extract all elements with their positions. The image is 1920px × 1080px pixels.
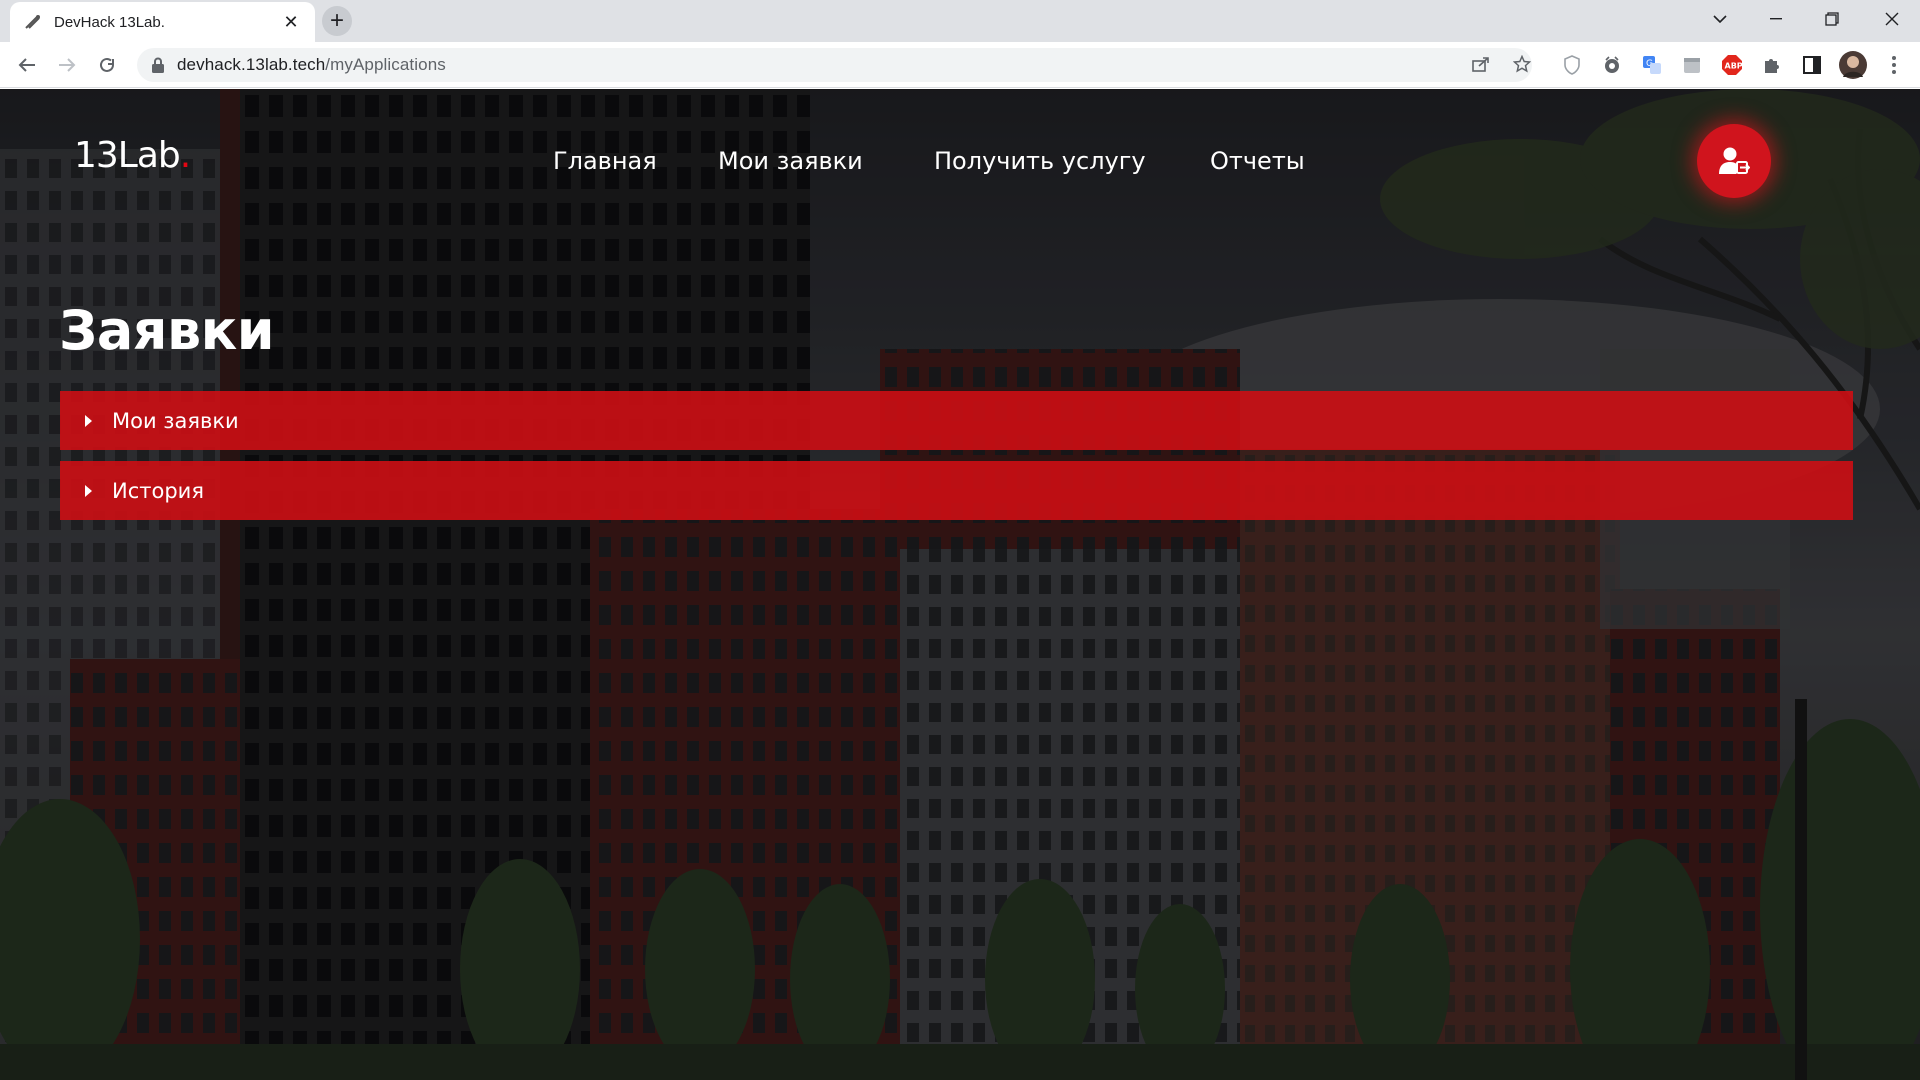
forward-arrow-icon[interactable] <box>52 50 82 80</box>
url-host: devhack.13lab.tech <box>177 55 326 74</box>
user-logout-icon <box>1719 147 1750 174</box>
eye-extension-icon[interactable] <box>1600 53 1624 77</box>
browser-toolbar: devhack.13lab.tech/myApplications <box>0 42 1920 88</box>
caret-right-icon <box>85 484 92 497</box>
url-path: /myApplications <box>325 55 446 74</box>
calendar-extension-icon[interactable] <box>1680 53 1704 77</box>
restore-window-icon[interactable] <box>1804 0 1860 38</box>
nav-get-service[interactable]: Получить услугу <box>934 147 1146 175</box>
chrome-menu-icon[interactable] <box>1882 53 1906 77</box>
site-logo[interactable]: 13Lab. <box>74 135 191 176</box>
new-tab-button[interactable]: + <box>322 6 352 36</box>
logo-text: 13Lab <box>74 135 181 176</box>
accordion-history[interactable]: История <box>60 461 1853 520</box>
close-window-icon[interactable] <box>1864 0 1920 38</box>
browser-tabbar: DevHack 13Lab. ✕ + <box>0 0 1920 42</box>
browser-tab[interactable]: DevHack 13Lab. ✕ <box>10 2 315 42</box>
back-arrow-icon[interactable] <box>12 50 42 80</box>
svg-text:ABP: ABP <box>1725 62 1743 71</box>
background-overlay <box>0 89 1920 1080</box>
nav-my-requests[interactable]: Мои заявки <box>718 147 863 175</box>
address-bar[interactable]: devhack.13lab.tech/myApplications <box>137 48 1532 82</box>
web-page: 13Lab. Главная Мои заявки Получить услуг… <box>0 89 1920 1080</box>
accordion-label: Мои заявки <box>112 408 239 433</box>
caret-right-icon <box>85 414 92 427</box>
puzzle-extensions-icon[interactable] <box>1760 53 1784 77</box>
bookmark-star-icon[interactable] <box>1509 51 1535 77</box>
accordion-label: История <box>112 478 204 503</box>
logo-dot: . <box>179 135 191 176</box>
url-text: devhack.13lab.tech/myApplications <box>177 55 446 75</box>
page-title: Заявки <box>59 299 275 362</box>
reload-icon[interactable] <box>92 50 122 80</box>
nav-reports[interactable]: Отчеты <box>1210 147 1305 175</box>
side-panel-icon[interactable] <box>1800 53 1824 77</box>
adblock-extension-icon[interactable]: ABP <box>1720 53 1744 77</box>
shield-extension-icon[interactable] <box>1560 53 1584 77</box>
site-favicon-icon <box>24 13 42 31</box>
minimize-window-icon[interactable] <box>1748 0 1804 38</box>
nav-home[interactable]: Главная <box>553 147 657 175</box>
translate-extension-icon[interactable]: G <box>1640 53 1664 77</box>
user-logout-button[interactable] <box>1697 124 1771 198</box>
share-icon[interactable] <box>1468 51 1494 77</box>
accordion-my-requests[interactable]: Мои заявки <box>60 391 1853 450</box>
tab-close-icon[interactable]: ✕ <box>281 12 301 32</box>
tab-search-chevron-icon[interactable] <box>1692 0 1748 38</box>
tab-title: DevHack 13Lab. <box>54 13 165 31</box>
lock-icon <box>152 57 164 73</box>
profile-avatar[interactable] <box>1839 51 1867 79</box>
